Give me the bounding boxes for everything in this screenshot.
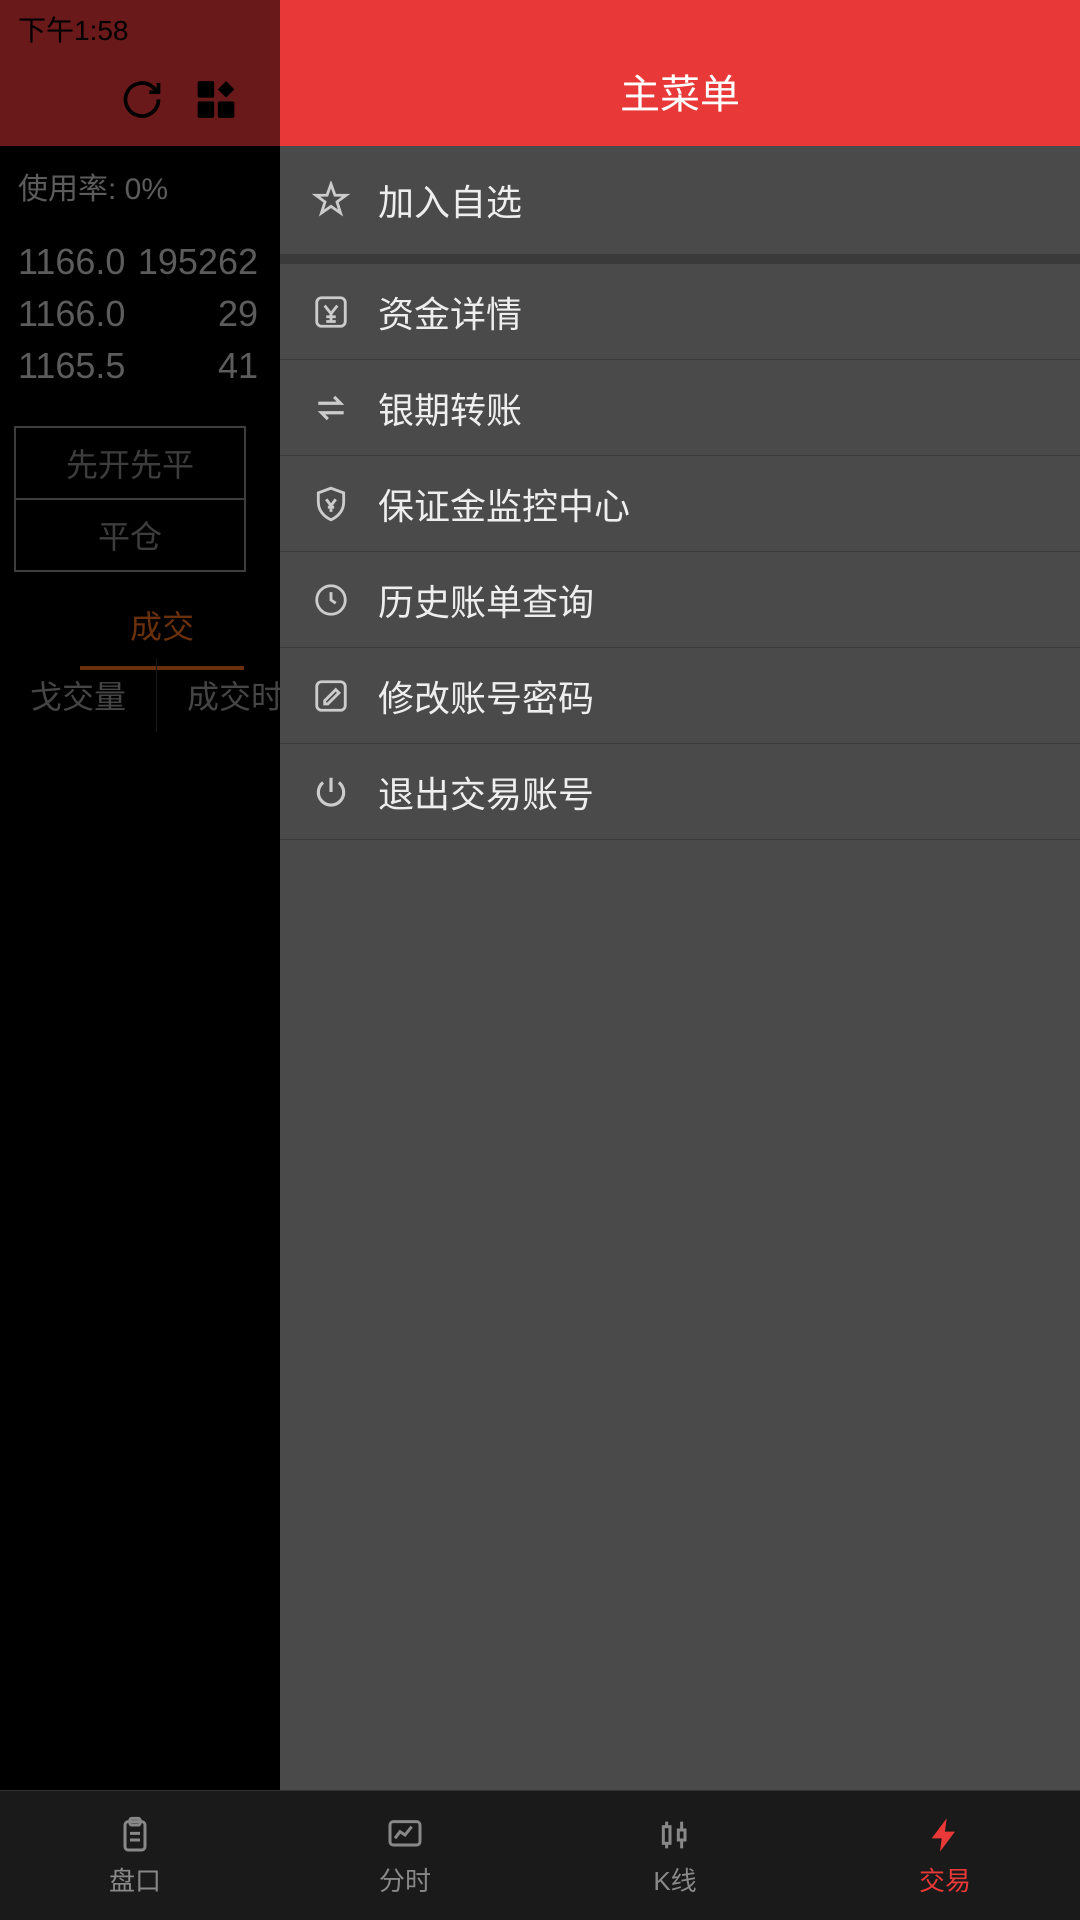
- grid-icon[interactable]: [194, 78, 238, 127]
- nav-item-timeshare[interactable]: 分时: [270, 1791, 540, 1920]
- nav-label: 分时: [379, 1861, 431, 1898]
- menu-item-history[interactable]: 历史账单查询: [280, 552, 1080, 648]
- menu-label: 修改账号密码: [378, 670, 594, 722]
- menu-item-change-password[interactable]: 修改账号密码: [280, 648, 1080, 744]
- shield-icon: [310, 483, 352, 525]
- menu-label: 退出交易账号: [378, 766, 594, 818]
- nav-item-kline[interactable]: K线: [540, 1791, 810, 1920]
- star-icon: [310, 179, 352, 221]
- menu-label: 保证金监控中心: [378, 478, 630, 530]
- bottom-nav: 盘口 分时 K线 交易: [0, 1790, 1080, 1920]
- menu-label: 历史账单查询: [378, 574, 594, 626]
- menu-item-logout[interactable]: 退出交易账号: [280, 744, 1080, 840]
- nav-item-trade[interactable]: 交易: [810, 1791, 1080, 1920]
- money-details-icon: [310, 291, 352, 333]
- transfer-icon: [310, 387, 352, 429]
- data-row: 1166.0 29: [18, 288, 258, 340]
- menu-item-add-favorite[interactable]: 加入自选: [280, 146, 1080, 254]
- drawer-title: 主菜单: [620, 62, 740, 120]
- order-card-bot: 平仓: [16, 500, 244, 570]
- nav-label: K线: [653, 1861, 696, 1898]
- chart-line-icon: [383, 1813, 427, 1857]
- menu-item-bank-transfer[interactable]: 银期转账: [280, 360, 1080, 456]
- menu-item-fund-details[interactable]: 资金详情: [280, 264, 1080, 360]
- nav-label: 交易: [919, 1861, 971, 1898]
- menu-separator: [280, 254, 1080, 264]
- menu-label: 资金详情: [378, 286, 522, 338]
- nav-item-quote[interactable]: 盘口: [0, 1791, 270, 1920]
- power-icon: [310, 771, 352, 813]
- order-card[interactable]: 先开先平 平仓: [14, 426, 246, 572]
- data-row: 1165.5 41: [18, 340, 258, 392]
- sub-tab-volume[interactable]: 戈交量: [0, 658, 157, 732]
- data-row: 1166.0 195262: [18, 236, 258, 288]
- refresh-icon[interactable]: [120, 78, 164, 127]
- clock-icon: [310, 579, 352, 621]
- menu-label: 银期转账: [378, 382, 522, 434]
- edit-icon: [310, 675, 352, 717]
- drawer-header: 主菜单: [280, 0, 1080, 146]
- clipboard-icon: [113, 1813, 157, 1857]
- nav-label: 盘口: [109, 1861, 161, 1898]
- order-card-top: 先开先平: [16, 428, 244, 500]
- menu-label: 加入自选: [378, 174, 522, 226]
- candlestick-icon: [653, 1813, 697, 1857]
- menu-item-margin-monitor[interactable]: 保证金监控中心: [280, 456, 1080, 552]
- main-menu-drawer: 主菜单 加入自选 资金详情 银期转账 保证金监控中心: [280, 0, 1080, 1790]
- status-time: 下午1:58: [18, 9, 129, 49]
- lightning-icon: [923, 1813, 967, 1857]
